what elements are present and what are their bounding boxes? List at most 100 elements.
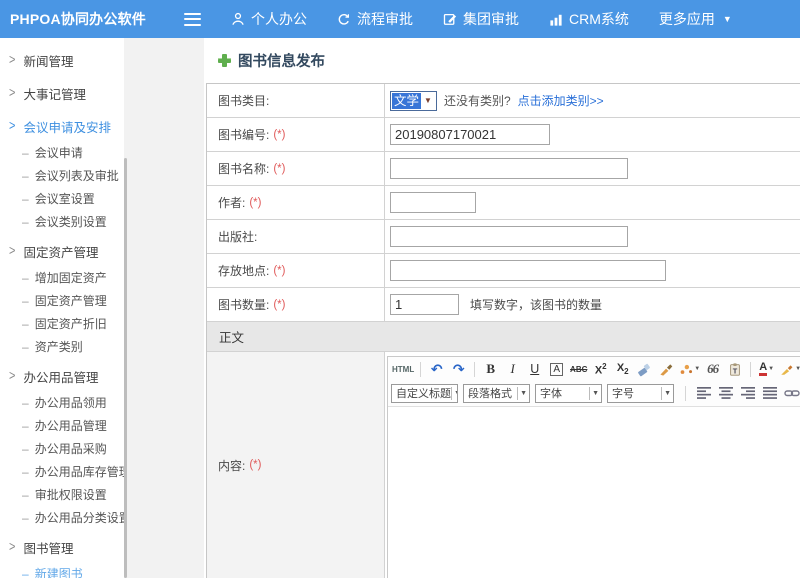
sidebar-item[interactable]: –固定资产管理 — [0, 289, 124, 312]
sidebar-item[interactable]: –办公用品分类设置 — [0, 506, 124, 529]
caret-down-icon: ▼ — [661, 387, 673, 400]
format-brush-icon[interactable] — [656, 359, 677, 379]
sidebar-item[interactable]: –办公用品库存管理 — [0, 460, 124, 483]
sidebar-group-3[interactable]: >固定资产管理 — [0, 236, 124, 266]
sidebar-group-4[interactable]: >办公用品管理 — [0, 361, 124, 391]
toolbar-separator — [750, 362, 751, 377]
superscript-icon[interactable]: X2 — [590, 359, 611, 379]
chevron-right-icon: > — [9, 119, 15, 134]
location-input[interactable] — [390, 260, 666, 281]
sidebar-group-label: 会议申请及安排 — [23, 117, 111, 136]
font-family-select[interactable]: 字体▼ — [535, 384, 602, 403]
nav-item-0[interactable]: 个人办公 — [231, 9, 307, 29]
category-label: 图书类目: — [207, 84, 385, 117]
sidebar-item-label: 固定资产折旧 — [35, 315, 107, 332]
eraser-icon[interactable] — [634, 359, 655, 379]
main-content: 图书信息发布 图书类目: 文学 ▼ 还没有类别? 点击添加类别>> 图 — [204, 38, 800, 578]
sidebar-group-2[interactable]: > 会议申请及安排 — [0, 111, 124, 141]
nav-item-label: 更多应用 — [659, 9, 715, 29]
sidebar-group-5[interactable]: >图书管理 — [0, 532, 124, 562]
paragraph-format-select-value: 段落格式 — [468, 385, 512, 401]
dash-icon: – — [22, 419, 29, 433]
sidebar-item[interactable]: –办公用品管理 — [0, 414, 124, 437]
redo-icon[interactable]: ↷ — [448, 359, 469, 379]
sidebar-item[interactable]: –审批权限设置 — [0, 483, 124, 506]
dash-icon: – — [22, 192, 29, 206]
autoformat-icon[interactable]: ▼ — [678, 359, 701, 379]
chevron-right-icon: > — [9, 53, 15, 68]
form-row-publisher: 出版社: — [207, 220, 800, 254]
underline-icon[interactable]: U — [524, 359, 545, 379]
body-section-header: 正文 — [207, 322, 800, 352]
sidebar-group-0[interactable]: > 新闻管理 — [0, 45, 124, 75]
sidebar-item[interactable]: –办公用品领用 — [0, 391, 124, 414]
sidebar-item[interactable]: –资产类别 — [0, 335, 124, 358]
hamburger-menu-icon[interactable] — [184, 13, 201, 26]
align-justify-icon[interactable] — [759, 383, 780, 403]
book-form: 图书类目: 文学 ▼ 还没有类别? 点击添加类别>> 图书编号: (*) — [206, 83, 800, 578]
chevron-right-icon: > — [9, 540, 15, 555]
sidebar-item[interactable]: –增加固定资产 — [0, 266, 124, 289]
person-icon — [231, 12, 245, 26]
author-input[interactable] — [390, 192, 476, 213]
sidebar-item[interactable]: –新建图书 — [0, 562, 124, 578]
align-left-icon[interactable] — [693, 383, 714, 403]
quantity-label: 图书数量: (*) — [207, 288, 385, 321]
nav-item-4[interactable]: 更多应用▼ — [659, 9, 732, 29]
blockquote-icon[interactable]: 66 — [702, 359, 723, 379]
html-source-button[interactable]: HTML — [391, 359, 415, 379]
italic-icon[interactable]: I — [502, 359, 523, 379]
editor-canvas[interactable] — [388, 407, 800, 578]
dash-icon: – — [22, 488, 29, 502]
link-icon[interactable] — [781, 383, 800, 403]
align-center-icon[interactable] — [715, 383, 736, 403]
toolbar-separator — [474, 362, 475, 377]
highlight-color-icon[interactable]: ▼ — [778, 359, 800, 379]
sidebar-item-label: 办公用品库存管理 — [35, 463, 124, 480]
custom-heading-select[interactable]: 自定义标题▼ — [391, 384, 458, 403]
font-size-select[interactable]: 字号▼ — [607, 384, 674, 403]
toolbar-separator — [685, 386, 686, 401]
autotypeset-icon[interactable]: A — [546, 359, 567, 379]
book-name-input[interactable] — [390, 158, 628, 179]
sidebar-item[interactable]: –会议列表及审批 — [0, 164, 124, 187]
form-row-location: 存放地点: (*) — [207, 254, 800, 288]
paste-text-icon[interactable]: T — [724, 359, 745, 379]
sidebar-item-label: 固定资产管理 — [35, 292, 107, 309]
sidebar-item-label: 会议列表及审批 — [35, 167, 119, 184]
quantity-input[interactable] — [390, 294, 459, 315]
align-right-icon[interactable] — [737, 383, 758, 403]
svg-text:T: T — [732, 366, 737, 375]
bold-icon[interactable]: B — [480, 359, 501, 379]
category-select[interactable]: 文学 ▼ — [390, 91, 437, 111]
caret-down-icon: ▼ — [589, 387, 601, 400]
sidebar-item[interactable]: –会议类别设置 — [0, 210, 124, 233]
nav-item-2[interactable]: 集团审批 — [443, 9, 519, 29]
publisher-input[interactable] — [390, 226, 628, 247]
caret-down-icon: ▼ — [451, 387, 458, 400]
sidebar-group-label: 大事记管理 — [23, 84, 86, 103]
sidebar-item[interactable]: –固定资产折旧 — [0, 312, 124, 335]
nav-item-1[interactable]: 流程审批 — [337, 9, 413, 29]
sidebar-group-1[interactable]: >大事记管理 — [0, 78, 124, 108]
undo-icon[interactable]: ↶ — [426, 359, 447, 379]
sidebar-item[interactable]: –会议申请 — [0, 141, 124, 164]
book-no-input[interactable] — [390, 124, 550, 145]
bar-chart-icon — [549, 13, 563, 26]
subscript-icon[interactable]: X2 — [612, 359, 633, 379]
paragraph-format-select[interactable]: 段落格式▼ — [463, 384, 530, 403]
sidebar-item[interactable]: –办公用品采购 — [0, 437, 124, 460]
sidebar-scrollbar[interactable] — [124, 158, 127, 578]
add-category-link[interactable]: 点击添加类别>> — [518, 92, 604, 109]
category-select-value: 文学 — [392, 93, 421, 109]
nav-item-3[interactable]: CRM系统 — [549, 9, 629, 29]
strikethrough-icon[interactable]: ABC — [568, 359, 589, 379]
sidebar-item-label: 审批权限设置 — [35, 486, 107, 503]
sidebar-item-label: 会议室设置 — [35, 190, 95, 207]
approval-edit-icon — [443, 12, 457, 26]
dash-icon: – — [22, 511, 29, 525]
font-color-icon[interactable]: A▼ — [756, 359, 777, 379]
custom-heading-select-value: 自定义标题 — [396, 385, 451, 401]
sidebar-group-label: 新闻管理 — [23, 51, 73, 70]
sidebar-item[interactable]: –会议室设置 — [0, 187, 124, 210]
